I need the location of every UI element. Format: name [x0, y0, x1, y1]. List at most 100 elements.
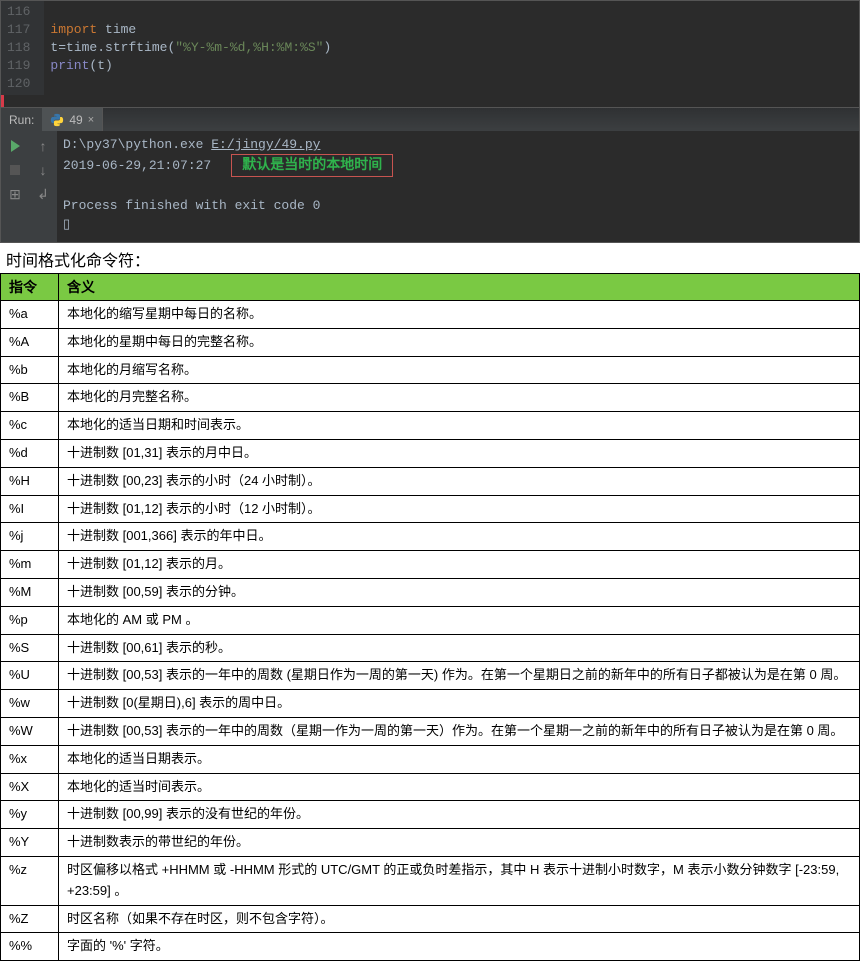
console-output[interactable]: D:\py37\python.exe E:/jingy/49.py 2019-0…	[57, 131, 859, 242]
table-row: %Z时区名称（如果不存在时区，则不包含字符）。	[1, 905, 860, 933]
meaning-cell: 本地化的 AM 或 PM 。	[59, 606, 860, 634]
directive-cell: %a	[1, 301, 59, 329]
wrap-icon: ↲	[37, 186, 49, 203]
meaning-cell: 十进制数 [00,23] 表示的小时（24 小时制）。	[59, 467, 860, 495]
directive-cell: %w	[1, 690, 59, 718]
directive-cell: %p	[1, 606, 59, 634]
stop-button[interactable]	[6, 161, 24, 179]
meaning-cell: 十进制数 [01,31] 表示的月中日。	[59, 439, 860, 467]
meaning-cell: 十进制数 [00,99] 表示的没有世纪的年份。	[59, 801, 860, 829]
line-number: 119	[7, 57, 30, 75]
code-line[interactable]: import time	[50, 21, 859, 39]
directive-cell: %B	[1, 384, 59, 412]
table-row: %W十进制数 [00,53] 表示的一年中的周数（星期一作为一周的第一天）作为。…	[1, 717, 860, 745]
directive-cell: %d	[1, 439, 59, 467]
console-cmd: D:\py37\python.exe E:/jingy/49.py	[63, 135, 853, 154]
console-gutter: ⊞ ↑ ↓ ↲	[1, 131, 57, 242]
directive-cell: %U	[1, 662, 59, 690]
console-exit: Process finished with exit code 0	[63, 196, 853, 215]
run-label: Run:	[1, 113, 42, 127]
directive-cell: %Z	[1, 905, 59, 933]
table-row: %M十进制数 [00,59] 表示的分钟。	[1, 578, 860, 606]
table-row: %y十进制数 [00,99] 表示的没有世纪的年份。	[1, 801, 860, 829]
meaning-cell: 十进制数 [00,61] 表示的秒。	[59, 634, 860, 662]
code-line[interactable]: t=time.strftime("%Y-%m-%d,%H:%M:%S")	[50, 39, 859, 57]
line-number: 118	[7, 39, 30, 57]
table-row: %x本地化的适当日期表示。	[1, 745, 860, 773]
run-button[interactable]	[6, 137, 24, 155]
editor-caret-line	[1, 95, 859, 107]
arrow-down-icon: ↓	[40, 163, 47, 177]
directive-cell: %%	[1, 933, 59, 961]
table-row: %b本地化的月缩写名称。	[1, 356, 860, 384]
run-toolbar: Run: 49 ×	[1, 107, 859, 131]
directive-cell: %W	[1, 717, 59, 745]
console-annotation: 默认是当时的本地时间	[231, 154, 393, 177]
meaning-cell: 本地化的适当时间表示。	[59, 773, 860, 801]
close-icon[interactable]: ×	[88, 114, 94, 126]
meaning-cell: 十进制数 [00,59] 表示的分钟。	[59, 578, 860, 606]
table-row: %A本地化的星期中每日的完整名称。	[1, 328, 860, 356]
meaning-cell: 本地化的月完整名称。	[59, 384, 860, 412]
console-caret: ▯	[63, 215, 853, 234]
meaning-cell: 本地化的星期中每日的完整名称。	[59, 328, 860, 356]
table-row: %B本地化的月完整名称。	[1, 384, 860, 412]
meaning-cell: 本地化的月缩写名称。	[59, 356, 860, 384]
directive-cell: %H	[1, 467, 59, 495]
doc-title: 时间格式化命令符：	[0, 243, 860, 273]
code-line[interactable]	[50, 75, 859, 93]
meaning-cell: 字面的 '%' 字符。	[59, 933, 860, 961]
soft-wrap-button[interactable]: ↲	[34, 185, 52, 203]
directive-cell: %A	[1, 328, 59, 356]
meaning-cell: 十进制数 [01,12] 表示的月。	[59, 551, 860, 579]
code-editor[interactable]: 116117118119120 import timet=time.strfti…	[1, 1, 859, 95]
scroll-up-button[interactable]: ↑	[34, 137, 52, 155]
directive-cell: %b	[1, 356, 59, 384]
run-tab-name: 49	[69, 113, 82, 127]
console-interpreter: D:\py37\python.exe	[63, 137, 211, 152]
table-row: %%字面的 '%' 字符。	[1, 933, 860, 961]
run-tab[interactable]: 49 ×	[42, 108, 103, 131]
meaning-cell: 时区偏移以格式 +HHMM 或 -HHMM 形式的 UTC/GMT 的正或负时差…	[59, 856, 860, 905]
table-row: %H十进制数 [00,23] 表示的小时（24 小时制）。	[1, 467, 860, 495]
table-row: %m十进制数 [01,12] 表示的月。	[1, 551, 860, 579]
console-output-time: 2019-06-29,21:07:27	[63, 156, 211, 175]
directive-cell: %X	[1, 773, 59, 801]
meaning-cell: 十进制数 [001,366] 表示的年中日。	[59, 523, 860, 551]
table-row: %S十进制数 [00,61] 表示的秒。	[1, 634, 860, 662]
meaning-cell: 十进制数 [0(星期日),6] 表示的周中日。	[59, 690, 860, 718]
line-number: 116	[7, 3, 30, 21]
line-gutter: 116117118119120	[1, 1, 44, 95]
directive-cell: %y	[1, 801, 59, 829]
table-row: %z时区偏移以格式 +HHMM 或 -HHMM 形式的 UTC/GMT 的正或负…	[1, 856, 860, 905]
table-row: %p本地化的 AM 或 PM 。	[1, 606, 860, 634]
layout-icon: ⊞	[9, 186, 21, 203]
table-row: %w十进制数 [0(星期日),6] 表示的周中日。	[1, 690, 860, 718]
directive-cell: %z	[1, 856, 59, 905]
meaning-cell: 本地化的适当日期表示。	[59, 745, 860, 773]
meaning-cell: 时区名称（如果不存在时区，则不包含字符）。	[59, 905, 860, 933]
layout-button[interactable]: ⊞	[6, 185, 24, 203]
code-line[interactable]: print(t)	[50, 57, 859, 75]
table-head-directive: 指令	[1, 274, 59, 301]
table-head-meaning: 含义	[59, 274, 860, 301]
line-number: 117	[7, 21, 30, 39]
console-script-path: E:/jingy/49.py	[211, 137, 320, 152]
meaning-cell: 本地化的适当日期和时间表示。	[59, 412, 860, 440]
directive-cell: %M	[1, 578, 59, 606]
directive-cell: %x	[1, 745, 59, 773]
console-pane: ⊞ ↑ ↓ ↲ D:\py37\python.exe E:/jingy/49.p…	[1, 131, 859, 242]
line-number: 120	[7, 75, 30, 93]
table-row: %j十进制数 [001,366] 表示的年中日。	[1, 523, 860, 551]
python-icon	[50, 113, 64, 127]
meaning-cell: 本地化的缩写星期中每日的名称。	[59, 301, 860, 329]
code-area[interactable]: import timet=time.strftime("%Y-%m-%d,%H:…	[44, 1, 859, 95]
directive-cell: %I	[1, 495, 59, 523]
table-row: %a本地化的缩写星期中每日的名称。	[1, 301, 860, 329]
scroll-down-button[interactable]: ↓	[34, 161, 52, 179]
run-tab-spacer	[103, 108, 859, 131]
code-line[interactable]	[50, 3, 859, 21]
stop-icon	[10, 165, 20, 175]
play-icon	[11, 140, 20, 152]
table-row: %U十进制数 [00,53] 表示的一年中的周数 (星期日作为一周的第一天) 作…	[1, 662, 860, 690]
